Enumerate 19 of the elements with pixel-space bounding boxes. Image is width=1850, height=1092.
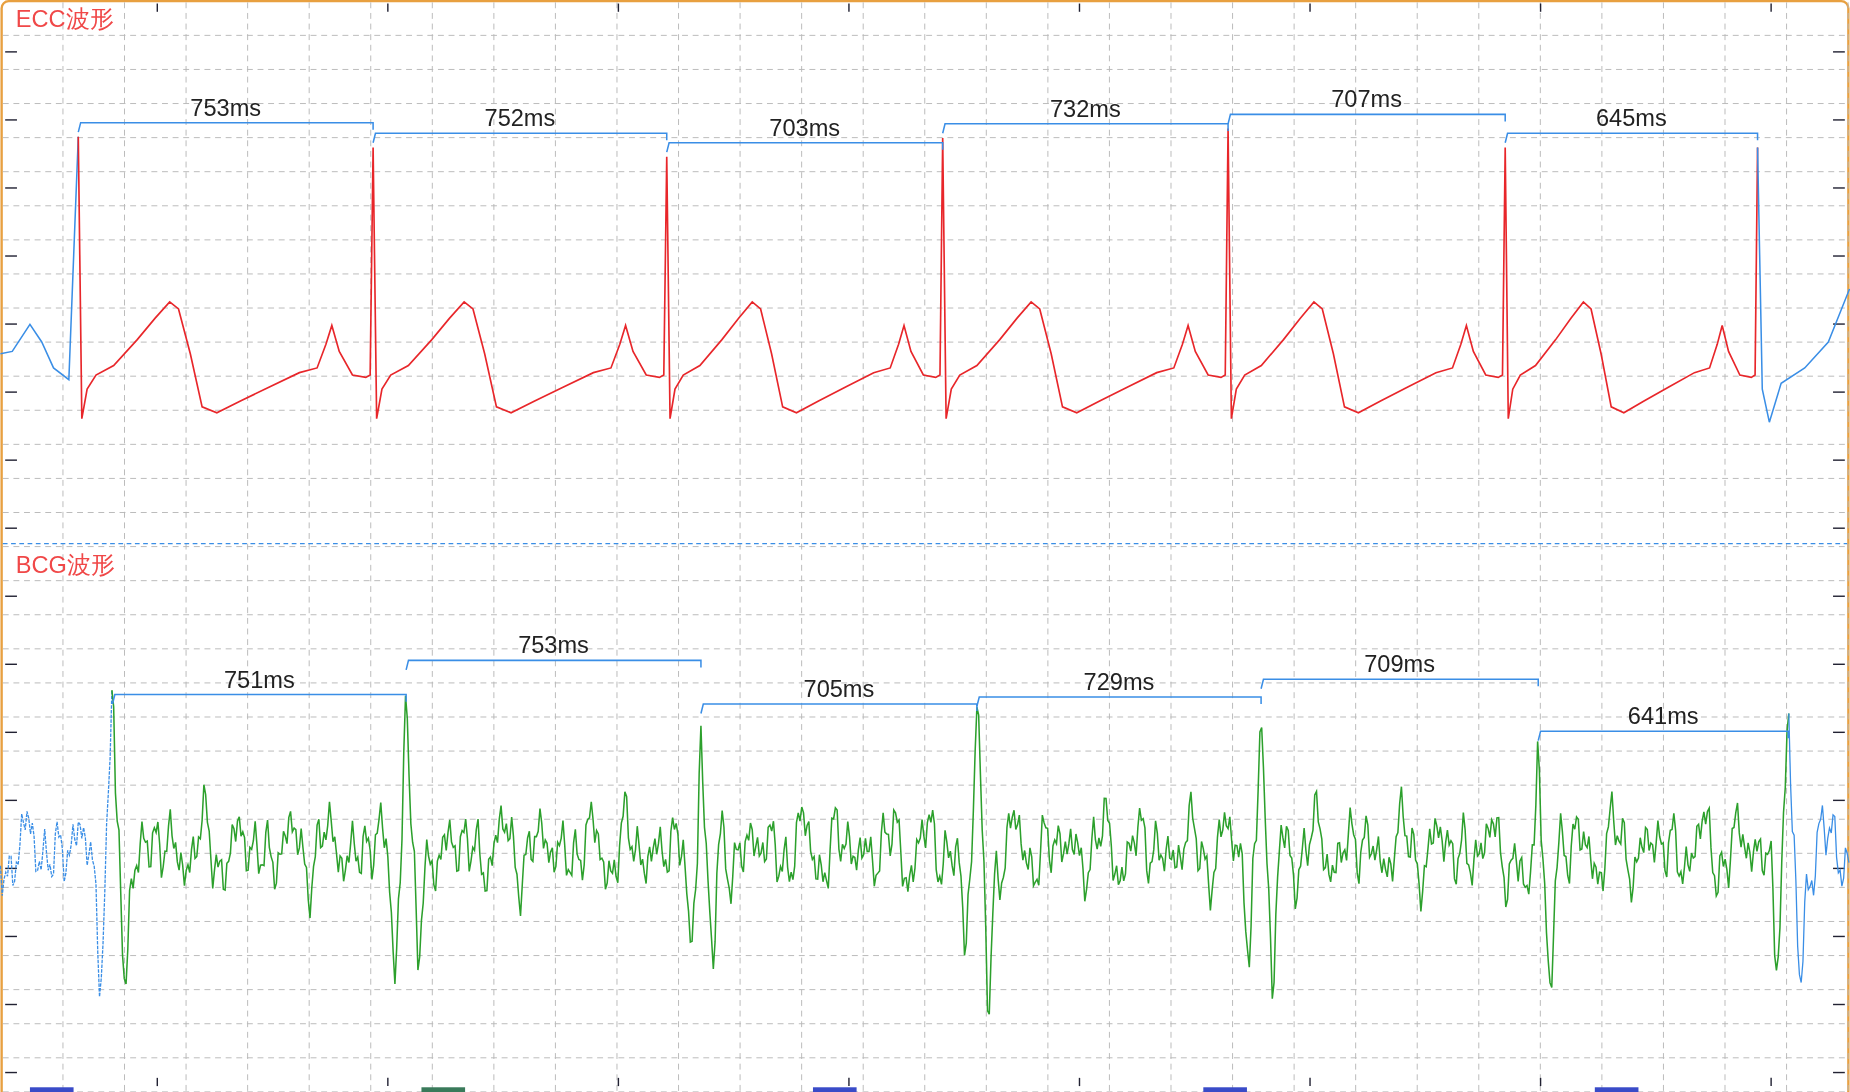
range-marker[interactable] xyxy=(29,1087,74,1092)
interval-label: 703ms xyxy=(769,114,841,141)
panel-title: BCG波形 xyxy=(15,552,115,579)
panel-title: ECC波形 xyxy=(15,6,114,33)
interval-label: 709ms xyxy=(1364,651,1436,678)
range-marker[interactable] xyxy=(1594,1087,1639,1092)
range-marker[interactable] xyxy=(1203,1087,1247,1092)
interval-label: 705ms xyxy=(803,675,875,702)
interval-label: 752ms xyxy=(484,105,556,132)
interval-label: 753ms xyxy=(190,94,262,121)
interval-label: 753ms xyxy=(518,632,589,659)
interval-label: 751ms xyxy=(223,666,295,693)
range-marker[interactable] xyxy=(812,1087,857,1092)
interval-label: 707ms xyxy=(1331,86,1403,113)
interval-label: 641ms xyxy=(1627,703,1699,730)
interval-label: 645ms xyxy=(1596,105,1667,132)
interval-label: 729ms xyxy=(1083,668,1155,695)
interval-label: 732ms xyxy=(1050,95,1121,122)
range-marker[interactable] xyxy=(421,1087,466,1092)
